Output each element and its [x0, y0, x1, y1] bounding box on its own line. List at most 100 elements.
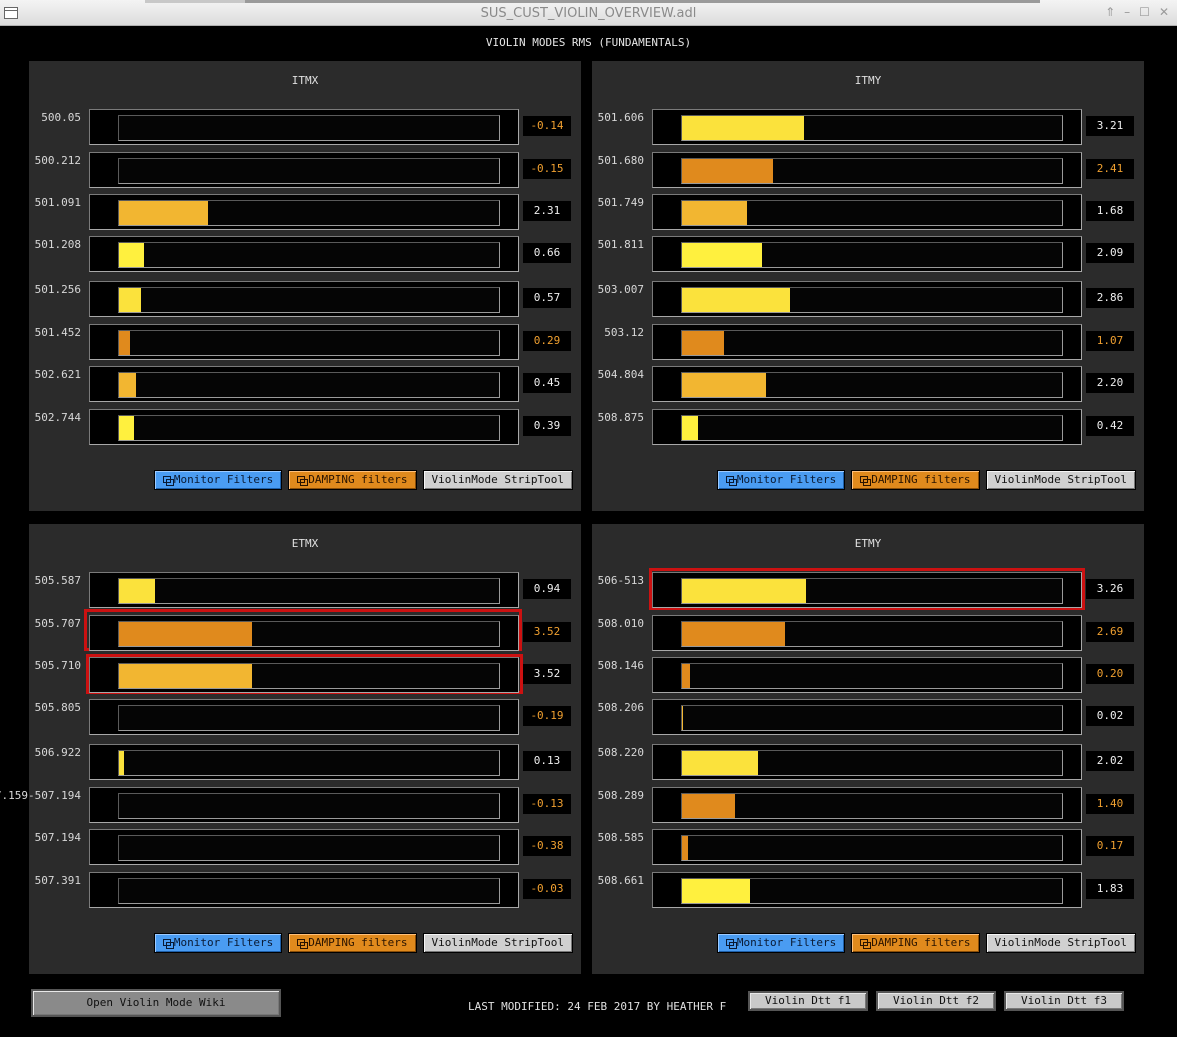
rms-bar-fill — [682, 288, 791, 312]
rms-bar-frame — [652, 657, 1082, 693]
rms-bar-fill — [682, 706, 684, 730]
mode-frequency-label: 508.289 — [597, 789, 644, 802]
rms-bar-track — [681, 793, 1063, 819]
window-title: SUS_CUST_VIOLIN_OVERVIEW.adl — [480, 6, 697, 21]
striptool-button[interactable]: ViolinMode StripTool — [422, 933, 573, 953]
button-label: Monitor Filters — [173, 473, 274, 486]
rms-value: 1.07 — [1086, 331, 1134, 351]
panel-title: ETMX — [291, 537, 319, 550]
table-row: 508.585 0.17 — [592, 829, 1144, 865]
monitor-filters-button[interactable]: Monitor Filters — [716, 933, 846, 953]
button-label: ViolinMode StripTool — [431, 936, 564, 949]
rms-bar-track — [681, 158, 1063, 184]
related-display-icon — [297, 475, 309, 486]
window-controls: ⇑ – ☐ ✕ — [1105, 5, 1169, 19]
violin-dtt-f1-button[interactable]: Violin Dtt f1 — [748, 991, 868, 1011]
page-title: VIOLIN MODES RMS (FUNDAMENTALS) — [485, 36, 692, 49]
rms-value: 3.26 — [1086, 579, 1134, 599]
related-display-icon — [162, 938, 174, 949]
striptool-button[interactable]: ViolinMode StripTool — [985, 470, 1136, 490]
rms-bar-fill — [119, 331, 131, 355]
rms-bar-frame — [652, 109, 1082, 145]
table-row: 501.606 3.21 — [592, 109, 1144, 145]
rms-bar-fill — [119, 751, 124, 775]
violin-dtt-f2-button[interactable]: Violin Dtt f2 — [876, 991, 996, 1011]
panel-etmx: ETMX 505.587 0.94 505.707 3.52 505.710 3.52 50… — [0, 524, 581, 974]
panel-itmx: ITMX 500.05 -0.14 500.212 -0.15 501.091 2.31 5… — [29, 61, 581, 511]
mode-frequency-label: 505.805 — [34, 701, 81, 714]
table-row: 506-513 3.26 — [592, 572, 1144, 608]
rms-bar-fill — [682, 579, 806, 603]
rms-bar-frame — [89, 787, 519, 823]
table-row: 507.194 -0.38 — [29, 829, 581, 865]
rms-bar-frame — [652, 787, 1082, 823]
mode-frequency-label: 501.208 — [34, 238, 81, 251]
monitor-filters-button[interactable]: Monitor Filters — [153, 933, 283, 953]
rms-value: 0.29 — [523, 331, 571, 351]
table-row: 500.212 -0.15 — [29, 152, 581, 188]
table-row: 502.621 0.45 — [29, 366, 581, 402]
rms-bar-frame — [89, 281, 519, 317]
rms-bar-frame — [89, 615, 519, 651]
rms-bar-frame — [89, 236, 519, 272]
violin-dtt-f3-button[interactable]: Violin Dtt f3 — [1004, 991, 1124, 1011]
open-violin-wiki-button[interactable]: Open Violin Mode Wiki — [31, 989, 281, 1017]
table-row: 501.452 0.29 — [29, 324, 581, 360]
rms-bar-frame — [652, 699, 1082, 735]
rms-bar-frame — [89, 572, 519, 608]
striptool-button[interactable]: ViolinMode StripTool — [985, 933, 1136, 953]
mode-frequency-label: 502.744 — [34, 411, 81, 424]
rms-bar-fill — [119, 622, 252, 646]
maximize-icon[interactable]: ☐ — [1139, 5, 1150, 19]
button-label: ViolinMode StripTool — [994, 473, 1127, 486]
rms-bar-fill — [682, 836, 689, 860]
rms-bar-frame — [652, 152, 1082, 188]
minimize-icon[interactable]: – — [1124, 5, 1130, 19]
damping-filters-button[interactable]: DAMPING filters — [851, 933, 980, 953]
rms-value: 3.52 — [523, 664, 571, 684]
button-label: ViolinMode StripTool — [431, 473, 564, 486]
rms-value: 3.52 — [523, 622, 571, 642]
monitor-filters-button[interactable]: Monitor Filters — [716, 470, 846, 490]
striptool-button[interactable]: ViolinMode StripTool — [422, 470, 573, 490]
rms-bar-fill — [682, 794, 736, 818]
rms-bar-track — [681, 372, 1063, 398]
rms-bar-track — [118, 663, 500, 689]
shade-icon[interactable]: ⇑ — [1105, 5, 1115, 19]
panel-button-group: Monitor Filters DAMPING filters ViolinMode… — [153, 933, 573, 953]
close-icon[interactable]: ✕ — [1159, 5, 1169, 19]
damping-filters-button[interactable]: DAMPING filters — [851, 470, 980, 490]
rms-bar-track — [681, 287, 1063, 313]
rms-bar-frame — [652, 744, 1082, 780]
rms-bar-frame — [89, 409, 519, 445]
mode-frequency-label: 501.680 — [597, 154, 644, 167]
taskbar-strip — [145, 0, 1040, 3]
rms-bar-frame — [89, 657, 519, 693]
damping-filters-button[interactable]: DAMPING filters — [288, 933, 417, 953]
rms-bar-fill — [682, 331, 724, 355]
rms-bar-track — [681, 415, 1063, 441]
rms-bar-track — [118, 621, 500, 647]
rms-bar-frame — [89, 109, 519, 145]
rms-bar-frame — [652, 409, 1082, 445]
rms-value: -0.14 — [523, 116, 571, 136]
button-label: DAMPING filters — [871, 473, 971, 486]
button-label: DAMPING filters — [871, 936, 971, 949]
window-titlebar: SUS_CUST_VIOLIN_OVERVIEW.adl ⇑ – ☐ ✕ — [0, 0, 1177, 26]
table-row: 503.12 1.07 — [592, 324, 1144, 360]
rms-bar-frame — [652, 324, 1082, 360]
rms-value: 0.13 — [523, 751, 571, 771]
rms-bar-fill — [682, 201, 747, 225]
table-row: 501.256 0.57 — [29, 281, 581, 317]
rms-value: 3.21 — [1086, 116, 1134, 136]
mode-frequency-label: 501.091 — [34, 196, 81, 209]
monitor-filters-button[interactable]: Monitor Filters — [153, 470, 283, 490]
mode-frequency-label: 506-513 — [597, 574, 644, 587]
mode-frequency-label: 500.05 — [41, 111, 81, 124]
rms-value: -0.19 — [523, 706, 571, 726]
mode-frequency-label: 508.585 — [597, 831, 644, 844]
rms-bar-track — [118, 750, 500, 776]
damping-filters-button[interactable]: DAMPING filters — [288, 470, 417, 490]
mode-frequency-label: 507.194 — [34, 831, 81, 844]
table-row: 508.220 2.02 — [592, 744, 1144, 780]
